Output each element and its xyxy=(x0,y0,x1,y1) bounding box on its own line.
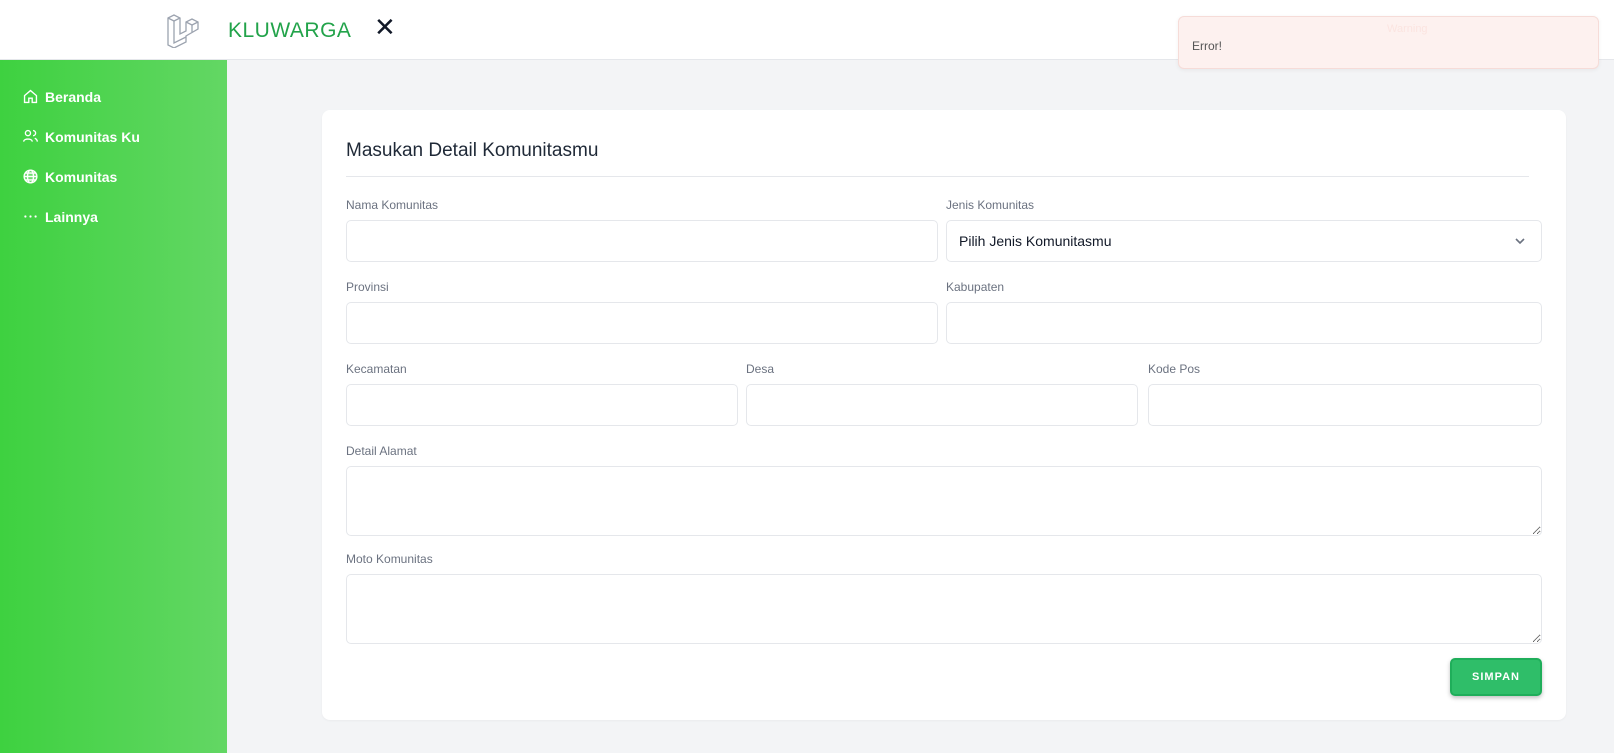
nama-komunitas-input[interactable] xyxy=(346,220,938,262)
nama-komunitas-label: Nama Komunitas xyxy=(346,198,439,212)
provinsi-input[interactable] xyxy=(346,302,938,344)
sidebar-item-label: Lainnya xyxy=(45,208,98,225)
desa-input[interactable] xyxy=(746,384,1138,426)
kabupaten-input[interactable] xyxy=(946,302,1542,344)
sidebar-item-lainnya[interactable]: Lainnya xyxy=(22,208,98,225)
sidebar-item-label: Komunitas Ku xyxy=(45,128,140,145)
sidebar-item-label: Beranda xyxy=(45,88,102,105)
sidebar-item-label: Komunitas xyxy=(45,168,118,185)
jenis-komunitas-select[interactable]: Pilih Jenis Komunitasmu xyxy=(946,220,1542,262)
detail-alamat-textarea[interactable] xyxy=(346,466,1542,536)
kecamatan-input[interactable] xyxy=(346,384,738,426)
kode-pos-input[interactable] xyxy=(1148,384,1542,426)
moto-komunitas-textarea[interactable] xyxy=(346,574,1542,644)
moto-komunitas-label: Moto Komunitas xyxy=(346,552,433,566)
globe-icon xyxy=(23,169,38,184)
kabupaten-label: Kabupaten xyxy=(946,280,1005,294)
divider xyxy=(346,176,1529,177)
toast-message: Error! xyxy=(1192,39,1222,53)
error-toast: Warning Error! xyxy=(1178,16,1599,69)
jenis-komunitas-label: Jenis Komunitas xyxy=(946,198,1035,212)
toast-title: Warning xyxy=(1387,23,1428,35)
laravel-logo-icon[interactable] xyxy=(166,12,200,48)
community-form-card: Masukan Detail Komunitasmu Nama Komunita… xyxy=(322,110,1566,720)
provinsi-label: Provinsi xyxy=(346,280,389,294)
kecamatan-label: Kecamatan xyxy=(346,362,407,376)
sidebar-item-komunitas-ku[interactable]: Komunitas Ku xyxy=(22,128,140,145)
form-title: Masukan Detail Komunitasmu xyxy=(346,140,599,161)
brand-name[interactable]: KLUWARGA xyxy=(228,19,351,43)
kode-pos-label: Kode Pos xyxy=(1148,362,1201,376)
sidebar: Beranda Komunitas Ku Komunitas Lainnya xyxy=(0,60,227,753)
home-icon xyxy=(23,89,38,104)
dots-icon xyxy=(24,215,37,218)
sidebar-item-beranda[interactable]: Beranda xyxy=(22,88,101,105)
users-icon xyxy=(23,129,38,142)
sidebar-item-komunitas[interactable]: Komunitas xyxy=(22,168,117,185)
desa-label: Desa xyxy=(746,362,775,376)
detail-alamat-label: Detail Alamat xyxy=(346,444,417,458)
close-icon[interactable]: ✕ xyxy=(374,14,396,40)
jenis-komunitas-selected: Pilih Jenis Komunitasmu xyxy=(959,233,1112,249)
simpan-button[interactable]: SIMPAN xyxy=(1450,658,1542,696)
chevron-down-icon xyxy=(1515,238,1525,245)
